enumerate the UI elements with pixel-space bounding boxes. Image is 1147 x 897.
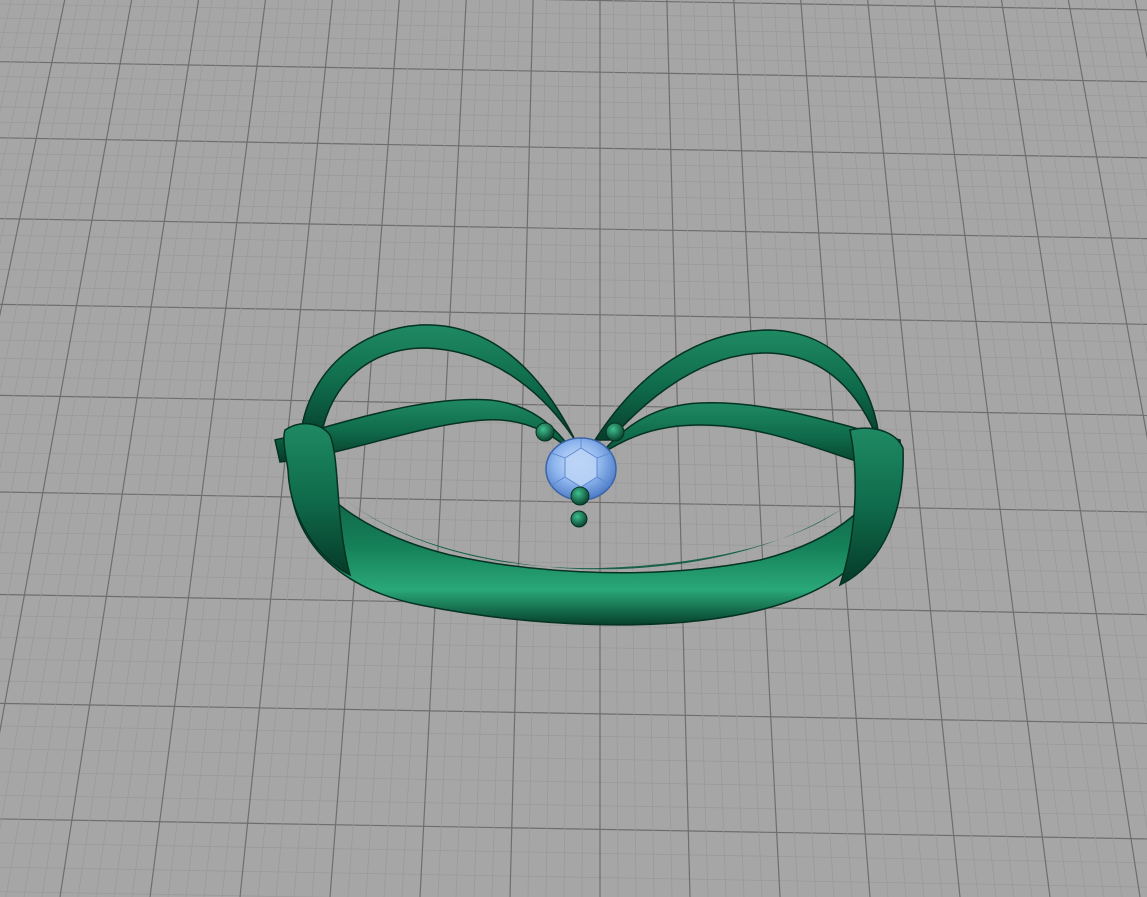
- grid-minor-line: [0, 0, 39, 178]
- grid-minor-line: [1054, 0, 1147, 528]
- prong-top-right[interactable]: [605, 422, 625, 442]
- grid-major-line: [509, 0, 534, 897]
- grid-minor-line: [0, 376, 1147, 398]
- grid-minor-line: [894, 0, 997, 897]
- prong-bottom-front[interactable]: [570, 486, 590, 506]
- grid-major-line: [0, 818, 1147, 840]
- grid-minor-line: [1014, 0, 1147, 831]
- grid-minor-line: [0, 842, 1147, 864]
- grid-minor-line: [0, 771, 1147, 793]
- grid-major-line: [0, 61, 1147, 83]
- grid-minor-line: [0, 680, 1147, 702]
- grid-minor-line: [455, 0, 494, 897]
- grid-minor-line: [1081, 0, 1147, 355]
- grid-major-line: [419, 0, 467, 897]
- grid-major-line: [733, 0, 781, 897]
- grid-minor-line: [5, 0, 159, 897]
- viewport-canvas[interactable]: [0, 0, 1147, 897]
- ring-model[interactable]: [274, 324, 904, 626]
- grid-minor-line: [383, 0, 440, 897]
- grid-major-line: [933, 0, 1051, 897]
- grid-minor-line: [0, 0, 12, 52]
- grid-minor-line: [0, 636, 1147, 658]
- grid-minor-line: [95, 0, 226, 897]
- grid-minor-line: [0, 748, 1147, 770]
- grid-minor-line: [1041, 0, 1147, 623]
- grid-minor-line: [0, 0, 146, 831]
- grid-minor-line: [0, 234, 1147, 256]
- grid-major-line: [0, 137, 1147, 159]
- grid-minor-line: [1108, 0, 1147, 199]
- grid-minor-line: [920, 0, 1033, 897]
- grid-minor-line: [612, 0, 619, 897]
- grid-minor-line: [0, 794, 1147, 816]
- grid-minor-line: [639, 0, 655, 897]
- grid-minor-line: [0, 0, 106, 553]
- grid-major-line: [149, 0, 267, 897]
- grid-major-line: [0, 0, 66, 318]
- grid-minor-line: [0, 106, 1147, 128]
- grid-minor-line: [0, 658, 1147, 680]
- grid-minor-line: [347, 0, 414, 897]
- grid-minor-line: [653, 0, 673, 897]
- grid-minor-line: [907, 0, 1015, 897]
- grid-minor-line: [113, 0, 240, 897]
- grid-minor-line: [960, 0, 1087, 897]
- prong-bottom-tip[interactable]: [570, 510, 588, 528]
- grid-minor-line: [0, 0, 52, 246]
- grid-minor-line: [41, 0, 186, 897]
- grid-minor-line: [0, 286, 1147, 308]
- grid-minor-line: [1027, 0, 1147, 724]
- 3d-viewport[interactable]: [0, 0, 1147, 897]
- grid-minor-line: [0, 201, 1147, 223]
- grid-major-line: [0, 394, 1147, 416]
- grid-minor-line: [473, 0, 507, 897]
- grid-minor-line: [0, 0, 92, 470]
- grid-minor-line: [527, 0, 547, 897]
- grid-minor-line: [1094, 0, 1147, 275]
- grid-minor-line: [167, 0, 280, 897]
- grid-major-line: [1000, 0, 1141, 897]
- prong-top-left[interactable]: [535, 422, 555, 442]
- grid-minor-line: [0, 413, 1147, 435]
- grid-major-line: [1134, 0, 1147, 60]
- grid-minor-line: [0, 531, 1147, 553]
- grid-minor-line: [0, 0, 119, 641]
- grid-minor-line: [0, 121, 1147, 143]
- grid-minor-line: [626, 0, 637, 897]
- grid-minor-line: [974, 0, 1105, 897]
- grid-minor-line: [491, 0, 521, 897]
- grid-minor-line: [0, 339, 1147, 361]
- grid-minor-line: [0, 46, 1147, 68]
- grid-minor-line: [0, 321, 1147, 343]
- grid-minor-line: [0, 91, 1147, 112]
- grid-minor-line: [0, 269, 1147, 290]
- grid-minor-line: [0, 891, 332, 897]
- grid-major-line: [59, 0, 200, 897]
- grid-major-line: [0, 217, 1147, 240]
